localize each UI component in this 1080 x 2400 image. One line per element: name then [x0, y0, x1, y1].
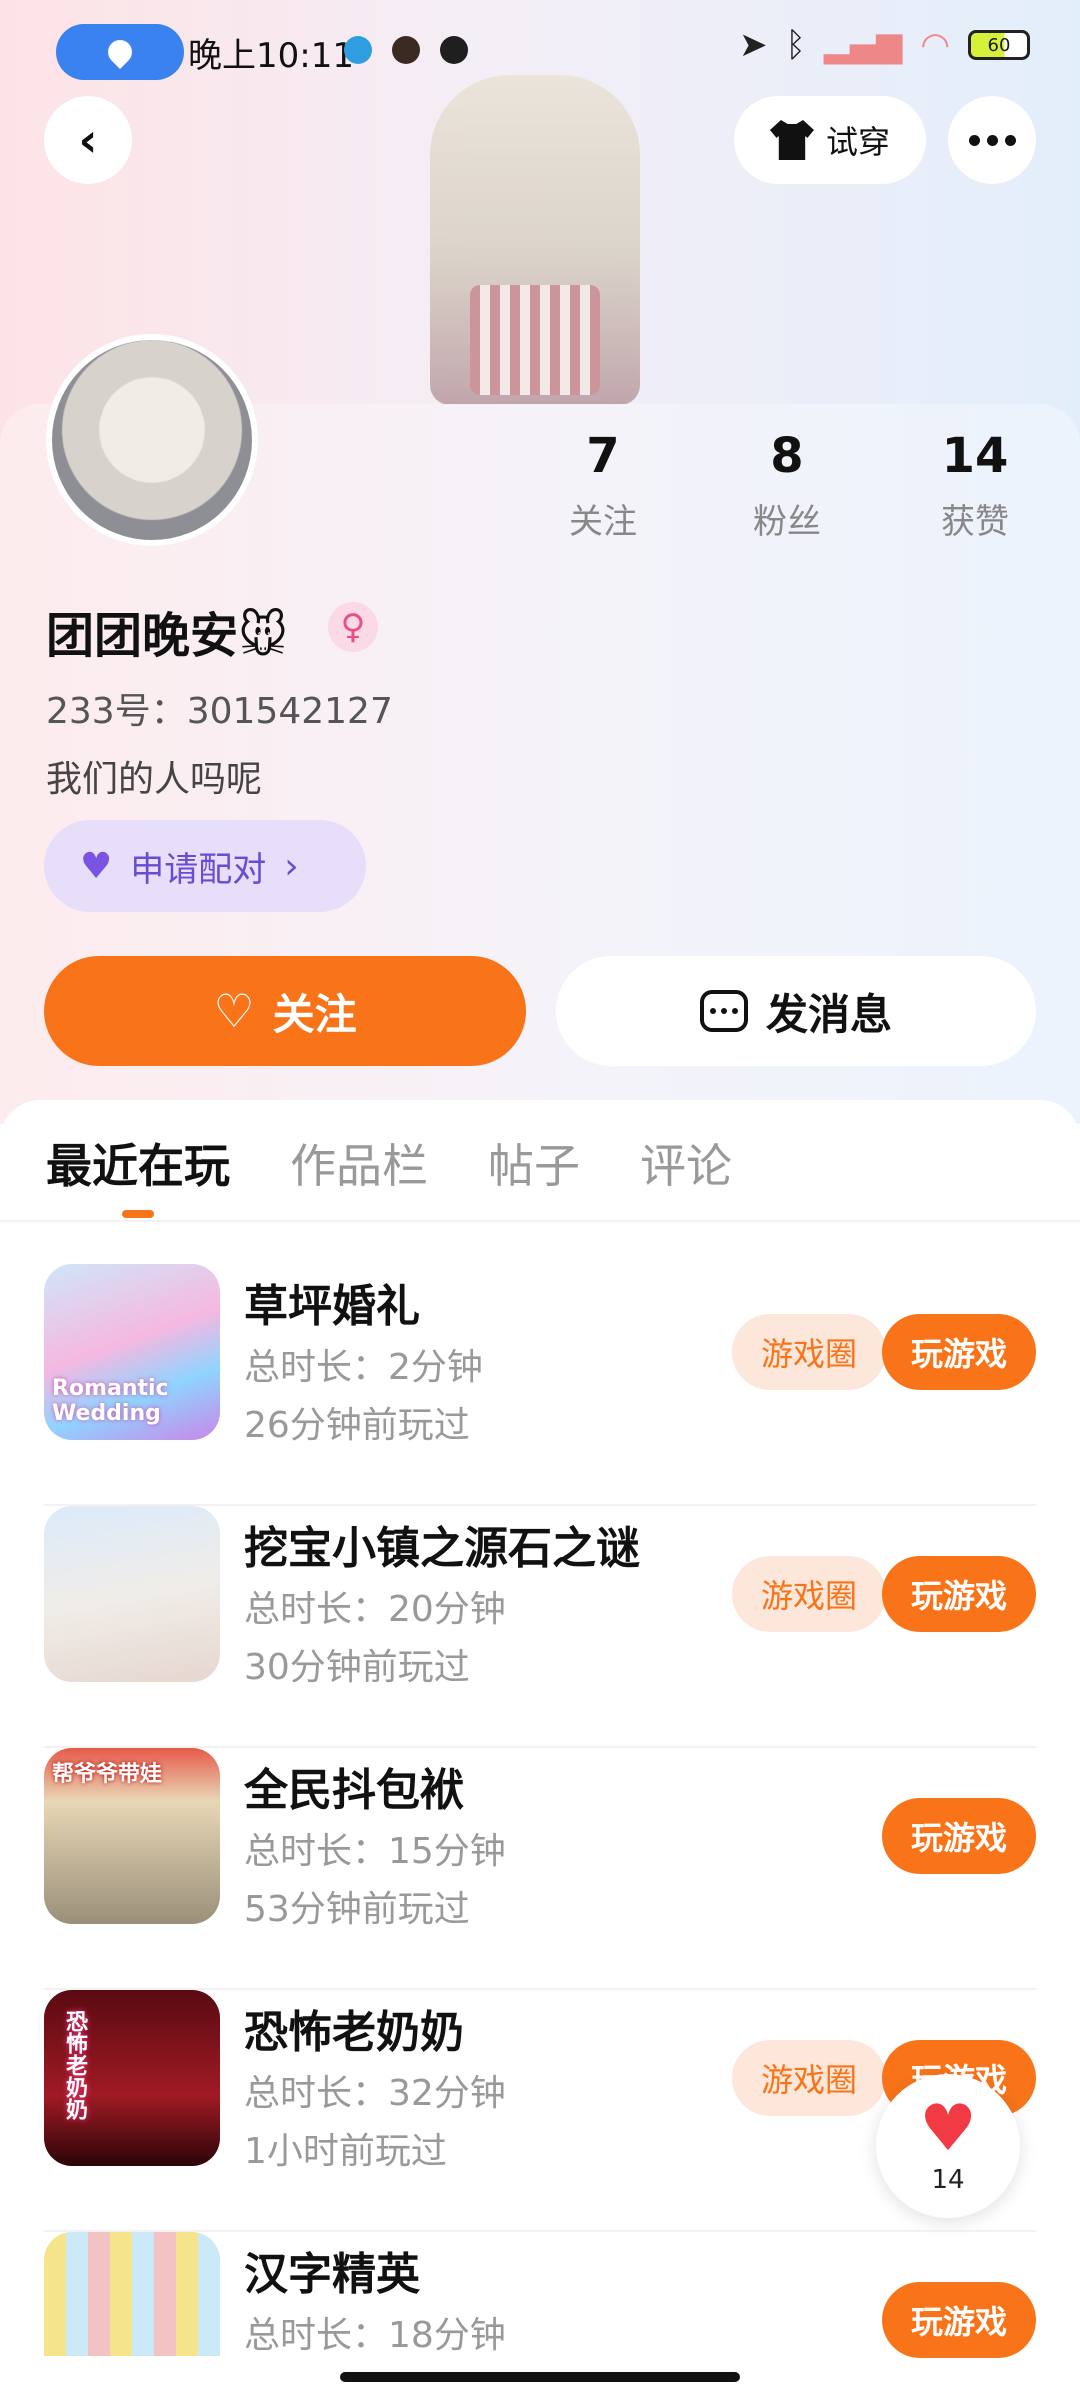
status-icons: ➤ ᛒ ▂▄▆ ◠ 60 — [739, 28, 1030, 62]
stat-value: 7 — [586, 428, 620, 484]
stat-label: 关注 — [569, 502, 637, 542]
status-time: 晚上10:11 — [188, 36, 354, 76]
chevron-left-icon: ‹ — [78, 113, 98, 167]
stat-label: 粉丝 — [753, 502, 821, 542]
avatar-notification-icon — [440, 36, 468, 64]
bluetooth-icon: ᛒ — [785, 25, 806, 65]
more-dot-icon — [968, 134, 980, 146]
wifi-icon: ◠ — [920, 25, 950, 65]
chat-bubble-icon — [699, 990, 748, 1032]
play-game-button[interactable]: 玩游戏 — [882, 1556, 1036, 1632]
play-game-button[interactable]: 玩游戏 — [882, 2282, 1036, 2358]
play-game-button[interactable]: 玩游戏 — [882, 1798, 1036, 1874]
home-indicator[interactable] — [340, 2372, 740, 2382]
game-thumbnail[interactable]: Romantic Wedding — [44, 1264, 220, 1440]
game-name: 草坪婚礼 — [244, 1281, 420, 1332]
try-on-label: 试穿 — [825, 123, 890, 161]
profile-uid: 233号：301542127 — [46, 691, 393, 732]
like-count: 14 — [931, 2165, 965, 2195]
more-options-button[interactable] — [948, 96, 1036, 184]
more-dot-icon — [986, 134, 998, 146]
game-thumbnail[interactable]: 帮爷爷带娃 — [44, 1748, 220, 1924]
game-name: 全民抖包袱 — [244, 1765, 464, 1816]
game-name: 恐怖老奶奶 — [244, 2007, 464, 2058]
send-message-label: 发消息 — [765, 989, 892, 1039]
character-figure-image — [430, 75, 640, 405]
active-tab-indicator — [122, 1210, 154, 1218]
profile-nickname: 团团晚安🐭 — [46, 608, 289, 664]
signal-icon: ▂▄▆ — [823, 25, 903, 65]
navigation-arrow-icon: ➤ — [738, 25, 768, 65]
stat-label: 获赞 — [941, 502, 1009, 542]
game-duration: 总时长：2分钟 — [244, 1347, 483, 1388]
stat-following[interactable]: 7 关注 — [528, 428, 678, 543]
game-duration: 总时长：18分钟 — [244, 2315, 506, 2356]
tab-recently-played[interactable]: 最近在玩 — [46, 1130, 230, 1196]
profile-tabs: 最近在玩 作品栏 帖子 评论 — [46, 1130, 732, 1196]
shirt-icon — [769, 120, 814, 160]
app-notification-icon — [344, 36, 372, 64]
game-row[interactable]: Romantic Wedding 草坪婚礼 总时长：2分钟 26分钟前玩过 游戏… — [0, 1264, 1080, 1506]
game-row[interactable]: 汉字精英 总时长：18分钟 玩游戏 — [0, 2232, 1080, 2362]
game-last-played: 30分钟前玩过 — [244, 1647, 470, 1688]
avatar-notification-icon — [392, 36, 420, 64]
stat-value: 14 — [941, 428, 1009, 484]
game-duration: 总时长：20分钟 — [244, 1589, 506, 1630]
status-bar: 晚上10:11 ➤ ᛒ ▂▄▆ ◠ 60 — [0, 0, 1080, 104]
try-on-button[interactable]: 试穿 — [734, 96, 926, 184]
heart-plus-icon: ♡ — [213, 984, 255, 1038]
game-circle-button[interactable]: 游戏圈 — [732, 1314, 886, 1390]
tab-works[interactable]: 作品栏 — [290, 1130, 428, 1196]
heart-icon: ♥ — [919, 2092, 977, 2166]
game-last-played: 1小时前玩过 — [244, 2131, 447, 2172]
game-row[interactable]: 帮爷爷带娃 全民抖包袱 总时长：15分钟 53分钟前玩过 玩游戏 — [0, 1748, 1080, 1990]
battery-icon: 60 — [968, 30, 1030, 60]
play-game-button[interactable]: 玩游戏 — [882, 1314, 1036, 1390]
tabs-divider — [0, 1220, 1080, 1222]
request-pair-label: 申请配对 — [130, 849, 267, 890]
game-circle-button[interactable]: 游戏圈 — [732, 1556, 886, 1632]
stat-value: 8 — [770, 428, 804, 484]
thumbnail-text: Romantic Wedding — [52, 1376, 169, 1426]
dress-stripes — [470, 285, 600, 395]
female-icon: ♀ — [328, 602, 378, 652]
game-thumbnail[interactable]: 恐怖老奶奶 — [44, 1990, 220, 2166]
game-thumbnail[interactable] — [44, 1506, 220, 1682]
game-row[interactable]: 挖宝小镇之源石之谜 总时长：20分钟 30分钟前玩过 游戏圈 玩游戏 — [0, 1506, 1080, 1748]
game-thumbnail[interactable] — [44, 2232, 220, 2356]
game-name: 挖宝小镇之源石之谜 — [244, 1523, 640, 1574]
game-circle-button[interactable]: 游戏圈 — [732, 2040, 886, 2116]
tab-comments[interactable]: 评论 — [640, 1130, 732, 1196]
game-last-played: 26分钟前玩过 — [244, 1405, 470, 1446]
follow-button[interactable]: ♡ 关注 — [44, 956, 526, 1066]
more-dot-icon — [1004, 134, 1016, 146]
thumbnail-text: 帮爷爷带娃 — [52, 1762, 163, 1787]
stat-followers[interactable]: 8 粉丝 — [712, 428, 862, 543]
chevron-right-icon: › — [284, 845, 299, 887]
stat-likes[interactable]: 14 获赞 — [900, 428, 1050, 543]
back-button[interactable]: ‹ — [44, 96, 132, 184]
send-message-button[interactable]: 发消息 — [556, 956, 1036, 1066]
follow-label: 关注 — [272, 989, 357, 1039]
heart-icon: ♥ — [80, 845, 113, 887]
like-button[interactable]: ♥ 14 — [876, 2074, 1020, 2218]
profile-bio: 我们的人吗呢 — [46, 759, 263, 800]
avatar[interactable] — [46, 334, 258, 546]
location-indicator — [56, 24, 184, 80]
tab-posts[interactable]: 帖子 — [488, 1130, 580, 1196]
request-pair-button[interactable]: ♥ 申请配对 › — [44, 820, 366, 912]
location-pin-icon — [103, 35, 137, 69]
thumbnail-text: 恐怖老奶奶 — [62, 2010, 87, 2120]
game-last-played: 53分钟前玩过 — [244, 1889, 470, 1930]
game-duration: 总时长：32分钟 — [244, 2073, 506, 2114]
game-duration: 总时长：15分钟 — [244, 1831, 506, 1872]
game-name: 汉字精英 — [244, 2249, 420, 2300]
